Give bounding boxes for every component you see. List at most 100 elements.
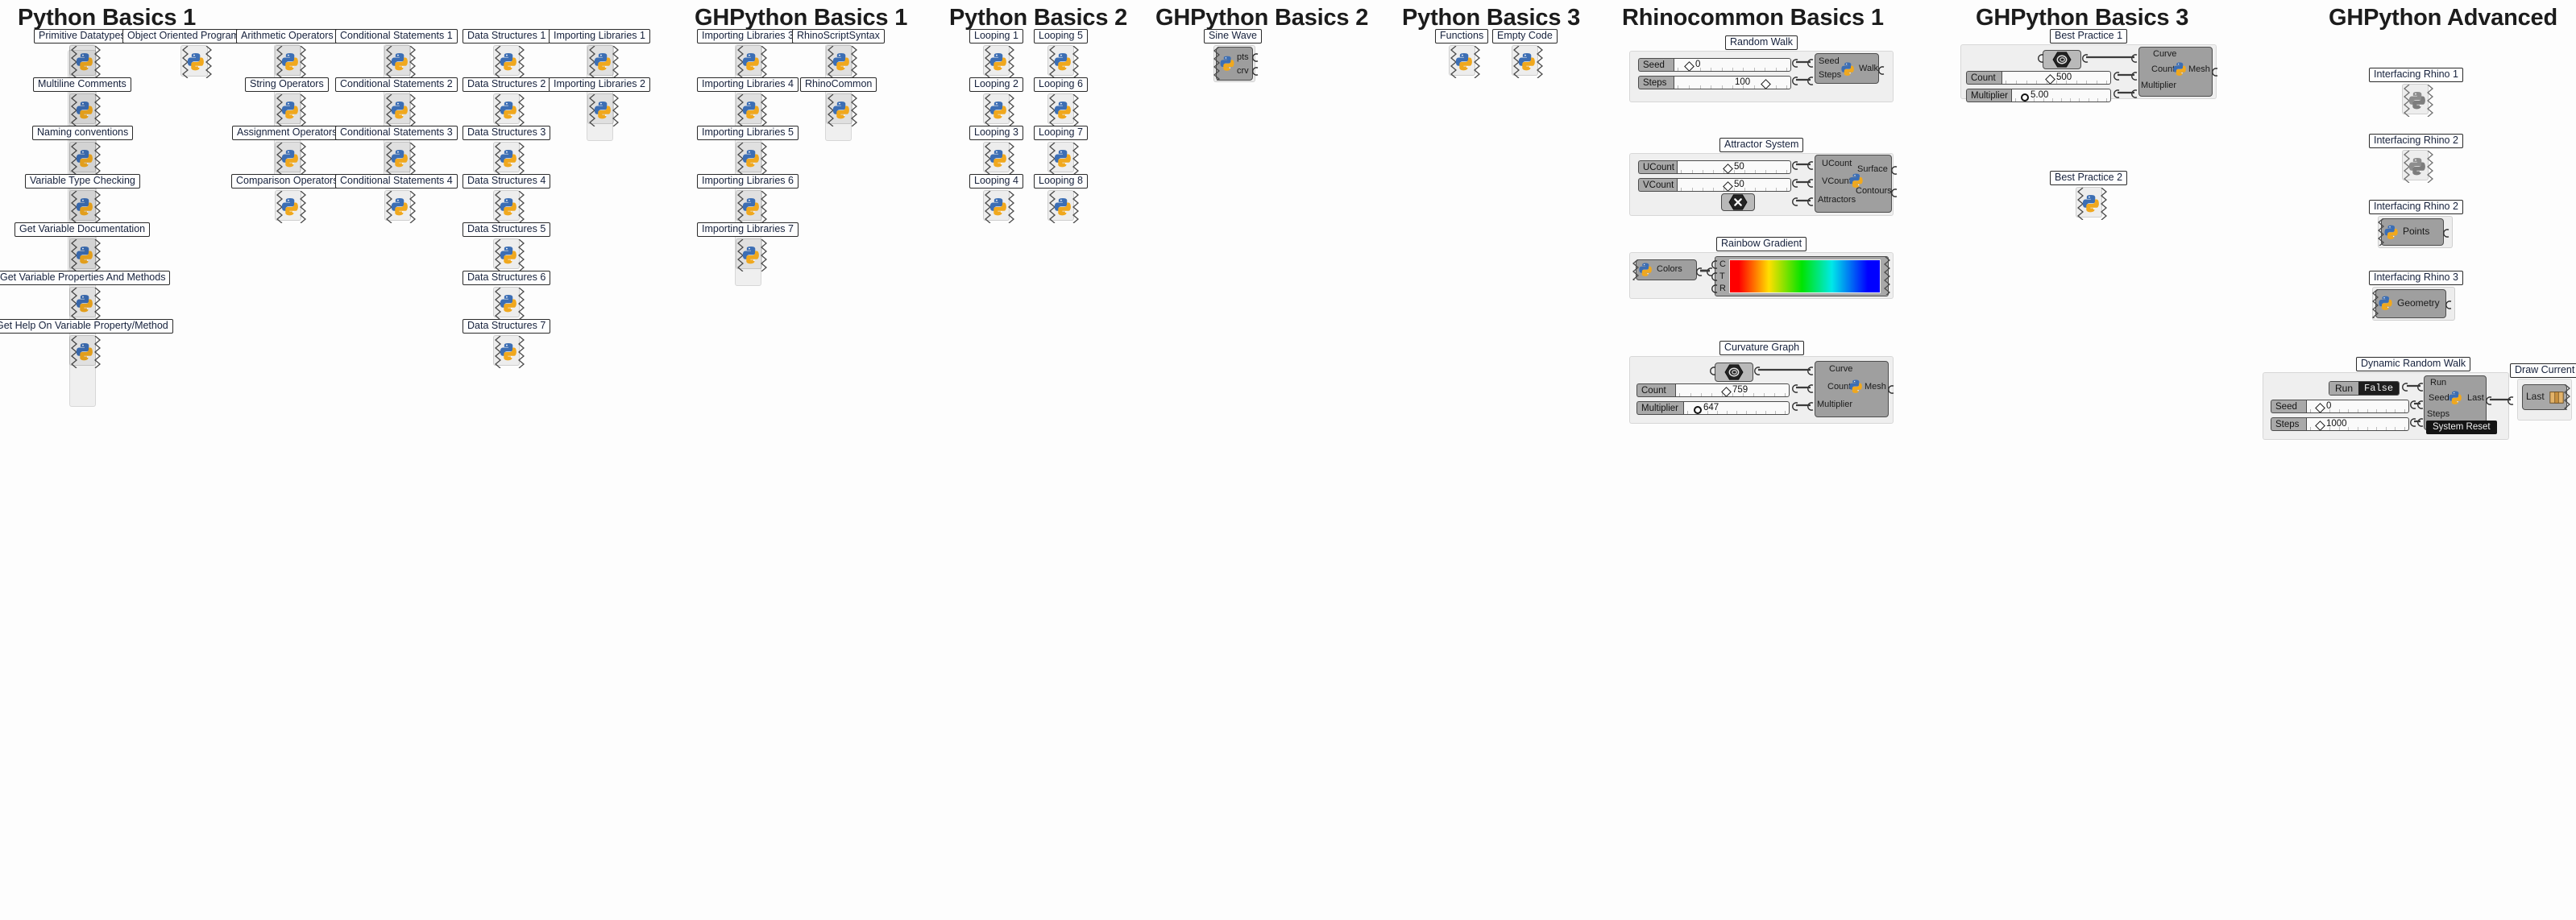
python-script-component[interactable] [385, 45, 417, 79]
component-port[interactable] [2038, 52, 2045, 63]
boolean-toggle[interactable]: Run False [2329, 381, 2400, 396]
component-nameplate[interactable]: Looping 6 [1034, 77, 1088, 92]
number-slider[interactable]: Steps 1000 [2271, 417, 2409, 431]
python-script-component[interactable] [984, 190, 1015, 224]
component-nameplate[interactable]: Data Structures 1 [463, 29, 551, 44]
component-port[interactable] [1888, 383, 1895, 394]
component-nameplate[interactable]: Conditional Statements 3 [335, 126, 458, 140]
component-nameplate[interactable]: Data Structures 3 [463, 126, 551, 140]
python-script-component[interactable] [494, 45, 525, 79]
component-port[interactable] [1710, 365, 1717, 375]
component-port[interactable] [1711, 259, 1719, 269]
python-script-component[interactable] [984, 45, 1015, 79]
component-nameplate[interactable]: Rainbow Gradient [1716, 237, 1807, 251]
number-slider[interactable]: UCount 50 [1638, 160, 1791, 174]
python-script-component[interactable] [494, 238, 525, 272]
component-nameplate[interactable]: Importing Libraries 7 [697, 222, 799, 237]
component-nameplate[interactable]: Looping 7 [1034, 126, 1088, 140]
number-slider[interactable]: Multiplier 5.00 [1966, 89, 2111, 102]
python-script-component[interactable] [385, 93, 417, 127]
python-script-component[interactable] [1048, 93, 1080, 127]
slider-track[interactable]: 50 [1677, 178, 1791, 192]
number-slider[interactable]: Seed 0 [2271, 400, 2409, 413]
number-slider[interactable]: Count 500 [1966, 71, 2111, 85]
component-nameplate[interactable]: RhinoScriptSyntax [792, 29, 885, 44]
component-port[interactable] [1878, 64, 1885, 75]
component-port[interactable] [1891, 187, 1898, 197]
component-nameplate[interactable]: Looping 8 [1034, 174, 1088, 189]
component-nameplate[interactable]: Looping 2 [969, 77, 1023, 92]
python-script-component[interactable] [736, 45, 768, 79]
python-script-component[interactable] [736, 93, 768, 127]
component-nameplate[interactable]: Sine Wave [1204, 29, 1262, 44]
python-script-component[interactable] [588, 45, 620, 79]
python-script-component[interactable] [2403, 84, 2434, 118]
slider-track[interactable]: 1000 [2306, 417, 2409, 431]
component-nameplate[interactable]: Looping 5 [1034, 29, 1088, 44]
toggle-state[interactable]: False [2358, 382, 2400, 395]
component-nameplate[interactable]: Get Help On Variable Property/Method [0, 319, 173, 334]
component-nameplate[interactable]: Arithmetic Operators [236, 29, 338, 44]
component-nameplate[interactable]: Draw Current [2510, 363, 2576, 378]
python-script-component[interactable] [1512, 45, 1544, 79]
component-nameplate[interactable]: Random Walk [1725, 35, 1798, 50]
component-nameplate[interactable]: RhinoCommon [800, 77, 877, 92]
python-script-component[interactable] [1048, 190, 1080, 224]
component-nameplate[interactable]: Best Practice 2 [2050, 171, 2128, 185]
component-nameplate[interactable]: Importing Libraries 5 [697, 126, 799, 140]
component-nameplate[interactable]: Best Practice 1 [2050, 29, 2128, 44]
slider-track[interactable]: 759 [1675, 383, 1790, 397]
component-port[interactable] [2212, 66, 2219, 77]
component-nameplate[interactable]: Importing Libraries 6 [697, 174, 799, 189]
component-nameplate[interactable]: Importing Libraries 4 [697, 77, 799, 92]
component-nameplate[interactable]: Assignment Operators [232, 126, 342, 140]
component-port[interactable] [1252, 65, 1259, 76]
component-nameplate[interactable]: Importing Libraries 1 [549, 29, 650, 44]
python-script-component[interactable] [827, 93, 858, 127]
component-nameplate[interactable]: Data Structures 4 [463, 174, 551, 189]
component-nameplate[interactable]: Variable Type Checking [25, 174, 140, 189]
python-script-component[interactable] [588, 93, 620, 127]
component-nameplate[interactable]: Attractor System [1719, 138, 1804, 152]
component-nameplate[interactable]: Dynamic Random Walk [2356, 357, 2471, 371]
python-script-component[interactable] [494, 287, 525, 321]
python-script-component[interactable] [494, 93, 525, 127]
slider-track[interactable]: 0 [2306, 400, 2409, 413]
python-script-component[interactable] [181, 45, 213, 79]
component-nameplate[interactable]: Data Structures 2 [463, 77, 551, 92]
python-script-component[interactable] [984, 142, 1015, 176]
slider-track[interactable]: 5.00 [2011, 89, 2111, 102]
python-script-component[interactable] [984, 93, 1015, 127]
python-script-component[interactable] [1450, 45, 1481, 79]
component-nameplate[interactable]: Naming conventions [32, 126, 134, 140]
component-nameplate[interactable]: Empty Code [1492, 29, 1558, 44]
python-script-component[interactable] [494, 142, 525, 176]
python-script-component[interactable] [2076, 187, 2108, 221]
component-nameplate[interactable]: Multiline Comments [33, 77, 131, 92]
component-nameplate[interactable]: String Operators [245, 77, 329, 92]
component-nameplate[interactable]: Get Variable Properties And Methods [0, 271, 171, 285]
component-port[interactable] [1711, 283, 1719, 293]
component-port[interactable] [1891, 164, 1898, 175]
component-nameplate[interactable]: Get Variable Documentation [15, 222, 151, 237]
component-nameplate[interactable]: Interfacing Rhino 2 [2369, 134, 2463, 148]
python-script-component[interactable] [1048, 45, 1080, 79]
slider-track[interactable]: 0 [1674, 58, 1791, 72]
component-nameplate[interactable]: Interfacing Rhino 3 [2369, 271, 2463, 285]
number-slider[interactable]: Multiplier 647 [1636, 401, 1790, 415]
component-nameplate[interactable]: Conditional Statements 1 [335, 29, 458, 44]
python-script-component[interactable] [736, 238, 768, 272]
component-port[interactable] [2445, 299, 2453, 309]
component-port[interactable] [1252, 52, 1259, 62]
python-script-component[interactable] [736, 142, 768, 176]
python-script-component[interactable] [494, 335, 525, 369]
number-slider[interactable]: Seed 0 [1638, 58, 1791, 72]
component-nameplate[interactable]: Importing Libraries 3 [697, 29, 799, 44]
python-script-component[interactable] [276, 45, 307, 79]
python-script-component[interactable] [385, 142, 417, 176]
python-script-component[interactable] [736, 190, 768, 224]
slider-track[interactable]: 647 [1683, 401, 1790, 415]
component-nameplate[interactable]: Functions [1435, 29, 1489, 44]
component-nameplate[interactable]: Interfacing Rhino 1 [2369, 68, 2463, 82]
component-nameplate[interactable]: Comparison Operators [231, 174, 343, 189]
